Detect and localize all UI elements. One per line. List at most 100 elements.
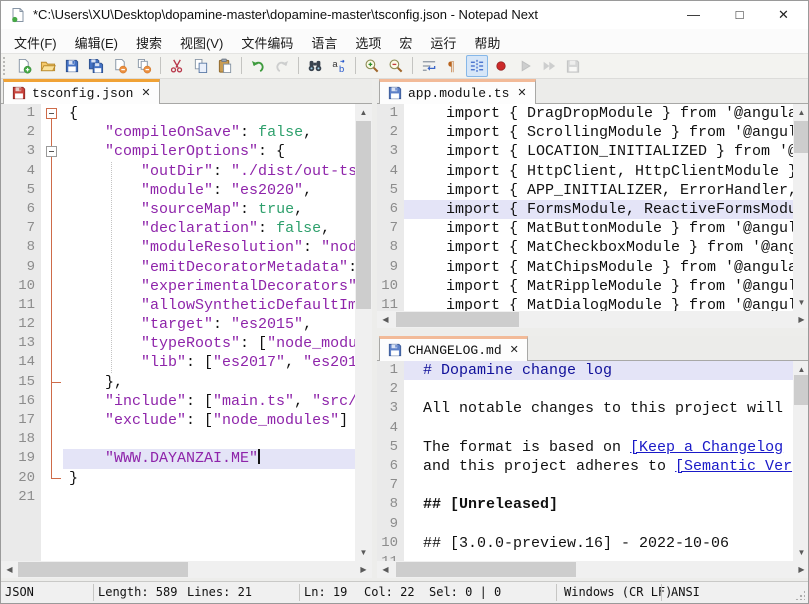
horizontal-scrollbar[interactable]: ◀ ▶ <box>1 561 372 578</box>
save-file-button[interactable] <box>61 55 83 77</box>
line-number: 5 <box>1 181 41 200</box>
tab-changelog-md[interactable]: CHANGELOG.md ✕ <box>379 336 528 361</box>
zoom-in-button[interactable] <box>361 55 383 77</box>
code-line-19: "WWW.DAYANZAI.ME" <box>63 449 355 468</box>
vertical-scrollbar[interactable]: ▲ ▼ <box>355 104 372 561</box>
editor-changelog[interactable]: 1234567891011 # Dopamine change logAll n… <box>377 361 809 561</box>
close-button[interactable]: ✕ <box>761 1 806 29</box>
line-number: 1 <box>1 104 41 123</box>
scrollbar-thumb[interactable] <box>396 562 576 577</box>
code-line-1: { <box>63 104 355 123</box>
find-button[interactable] <box>304 55 326 77</box>
svg-text:¶: ¶ <box>448 59 454 74</box>
scroll-down-arrow[interactable]: ▼ <box>355 544 372 561</box>
code-line-8: ## [Unreleased] <box>404 495 793 514</box>
menu-item-2[interactable]: 编辑(E) <box>66 29 127 53</box>
resize-grip[interactable] <box>795 590 805 600</box>
paste-button[interactable] <box>214 55 236 77</box>
menu-item-9[interactable]: 运行 <box>421 29 465 53</box>
tab-tsconfig-json[interactable]: tsconfig.json ✕ <box>3 79 160 104</box>
toolbar-separator <box>160 57 161 74</box>
scroll-right-arrow[interactable]: ▶ <box>793 561 809 578</box>
tab-close-icon[interactable]: ✕ <box>510 345 519 356</box>
scrollbar-thumb[interactable] <box>396 312 519 327</box>
scroll-right-arrow[interactable]: ▶ <box>355 561 372 578</box>
scrollbar-thumb[interactable] <box>794 375 809 405</box>
tab-label: app.module.ts <box>408 86 509 101</box>
close-file-button[interactable] <box>109 55 131 77</box>
code-line-12: "target": "es2015", <box>63 315 355 334</box>
show-all-characters-button[interactable]: ¶ <box>442 55 464 77</box>
code-area-changelog[interactable]: # Dopamine change logAll notable changes… <box>404 361 793 561</box>
close-all-button[interactable] <box>133 55 155 77</box>
new-file-button[interactable] <box>13 55 35 77</box>
scrollbar-thumb[interactable] <box>356 121 371 309</box>
word-wrap-button[interactable] <box>418 55 440 77</box>
code-line-6: and this project adheres to [Semantic Ve… <box>404 457 793 476</box>
vertical-scrollbar[interactable]: ▲ ▼ <box>793 104 809 311</box>
scrollbar-thumb[interactable] <box>18 562 188 577</box>
scrollbar-thumb[interactable] <box>794 121 809 153</box>
line-number: 10 <box>377 534 404 553</box>
zoom-out-button[interactable] <box>385 55 407 77</box>
undo-button[interactable] <box>247 55 269 77</box>
status-language[interactable]: JSON <box>5 585 34 599</box>
scroll-down-arrow[interactable]: ▼ <box>793 294 809 311</box>
fold-marker-expanded-line1[interactable] <box>46 108 57 119</box>
scroll-down-arrow[interactable]: ▼ <box>793 544 809 561</box>
line-number-margin: 1234567891011 <box>377 104 404 311</box>
open-file-button[interactable] <box>37 55 59 77</box>
code-line-8: "moduleResolution": "nod <box>63 238 355 257</box>
pane-splitter-horizontal[interactable] <box>377 328 809 336</box>
maximize-button[interactable]: □ <box>717 1 762 29</box>
fold-marker-expanded-line3[interactable] <box>46 146 57 157</box>
code-line-5: "module": "es2020", <box>63 181 355 200</box>
status-eol-mode[interactable]: Windows (CR LF) <box>564 585 672 599</box>
code-line-10: ## [3.0.0-preview.16] - 2022-10-06 <box>404 534 793 553</box>
code-line-21 <box>63 488 355 507</box>
copy-button[interactable] <box>190 55 212 77</box>
line-number: 8 <box>1 238 41 257</box>
code-line-9: "emitDecoratorMetadata": <box>63 258 355 277</box>
scroll-left-arrow[interactable]: ◀ <box>377 561 394 578</box>
line-number: 3 <box>377 142 404 161</box>
scroll-left-arrow[interactable]: ◀ <box>1 561 18 578</box>
horizontal-scrollbar[interactable]: ◀ ▶ <box>377 561 809 578</box>
code-area-app-module[interactable]: import { DragDropModule } from '@angulai… <box>404 104 793 311</box>
scroll-up-arrow[interactable]: ▲ <box>355 104 372 121</box>
scroll-left-arrow[interactable]: ◀ <box>377 311 394 328</box>
play-macro-button <box>514 55 536 77</box>
menu-item-5[interactable]: 文件编码 <box>232 29 302 53</box>
menu-item-7[interactable]: 选项 <box>346 29 390 53</box>
replace-button[interactable]: ab <box>328 55 350 77</box>
line-number: 8 <box>377 495 404 514</box>
save-all-button[interactable] <box>85 55 107 77</box>
cut-button[interactable] <box>166 55 188 77</box>
indent-guide-button[interactable] <box>466 55 488 77</box>
menu-item-6[interactable]: 语言 <box>302 29 346 53</box>
scroll-up-arrow[interactable]: ▲ <box>793 104 809 121</box>
editor-tsconfig[interactable]: 123456789101112131415161718192021 { "com… <box>1 104 372 561</box>
fold-margin[interactable] <box>41 104 63 561</box>
menu-item-1[interactable]: 文件(F) <box>5 29 66 53</box>
scroll-right-arrow[interactable]: ▶ <box>793 311 809 328</box>
editor-app-module[interactable]: 1234567891011 import { DragDropModule } … <box>377 104 809 311</box>
menu-item-8[interactable]: 宏 <box>390 29 421 53</box>
code-line-4 <box>404 419 793 438</box>
record-macro-button[interactable] <box>490 55 512 77</box>
code-area-tsconfig[interactable]: { "compileOnSave": false, "compilerOptio… <box>63 104 355 561</box>
tab-close-icon[interactable]: ✕ <box>141 88 150 99</box>
code-line-7: "declaration": false, <box>63 219 355 238</box>
tab-close-icon[interactable]: ✕ <box>517 88 526 99</box>
saved-file-icon <box>388 86 402 100</box>
code-line-7: import { MatButtonModule } from '@angul <box>404 219 793 238</box>
tab-app-module-ts[interactable]: app.module.ts ✕ <box>379 79 536 104</box>
menu-item-10[interactable]: 帮助 <box>465 29 509 53</box>
status-encoding[interactable]: ANSI <box>671 585 700 599</box>
minimize-button[interactable]: — <box>671 1 716 29</box>
code-line-5: import { APP_INITIALIZER, ErrorHandler, <box>404 181 793 200</box>
menu-item-3[interactable]: 搜索 <box>127 29 171 53</box>
horizontal-scrollbar[interactable]: ◀ ▶ <box>377 311 809 328</box>
menu-item-4[interactable]: 视图(V) <box>171 29 232 53</box>
vertical-scrollbar[interactable]: ▲ ▼ <box>793 361 809 561</box>
